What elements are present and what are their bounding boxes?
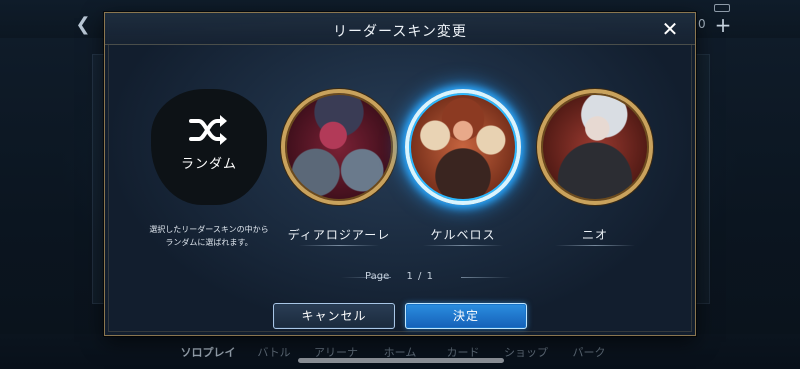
portrait-frame: [537, 89, 653, 205]
cancel-button[interactable]: キャンセル: [273, 303, 395, 329]
pager-current: 1: [406, 271, 415, 282]
currency-count: 0: [698, 17, 706, 31]
home-indicator[interactable]: [298, 358, 504, 363]
dialog-title: リーダースキン変更: [333, 24, 467, 40]
skin-option-random[interactable]: ランダム 選択したリーダースキンの中から ランダムに選ばれます。: [149, 89, 269, 259]
back-arrow-icon: ❮: [75, 14, 91, 35]
add-icon: +: [714, 13, 732, 37]
random-label: ランダム: [180, 157, 237, 172]
nav-shop: ショップ: [504, 346, 548, 359]
portrait-frame-selected: [405, 89, 521, 205]
portrait-frame: [281, 89, 397, 205]
pager-label: Page: [365, 271, 390, 282]
pagination: Page 1 / 1: [105, 271, 695, 282]
skin-option-neo[interactable]: ニオ: [537, 89, 653, 259]
nav-battle: バトル: [257, 346, 291, 359]
pager-separator: /: [418, 271, 424, 282]
skin-option-cerberus[interactable]: ケルベロス: [405, 89, 521, 259]
confirm-button[interactable]: 決定: [405, 303, 527, 329]
random-silhouette: [151, 89, 267, 205]
name-underline: [423, 245, 503, 246]
dialog-header: リーダースキン変更 ✕: [105, 13, 695, 45]
close-icon[interactable]: ✕: [659, 18, 681, 40]
leader-skin-dialog: リーダースキン変更 ✕ ランダム 選択したリーダースキンの中から ランダムに選ば…: [104, 12, 696, 336]
name-underline: [299, 245, 379, 246]
shuffle-icon: [189, 115, 227, 145]
skin-option-diablo[interactable]: ディアロジアーレ: [281, 89, 397, 259]
name-underline: [555, 245, 635, 246]
nav-solo-play: ソロプレイ: [180, 346, 236, 359]
nav-park: パーク: [572, 346, 606, 359]
pager-total: 1: [426, 271, 435, 282]
battery-icon: [714, 4, 730, 12]
skin-name: ニオ: [581, 228, 608, 242]
